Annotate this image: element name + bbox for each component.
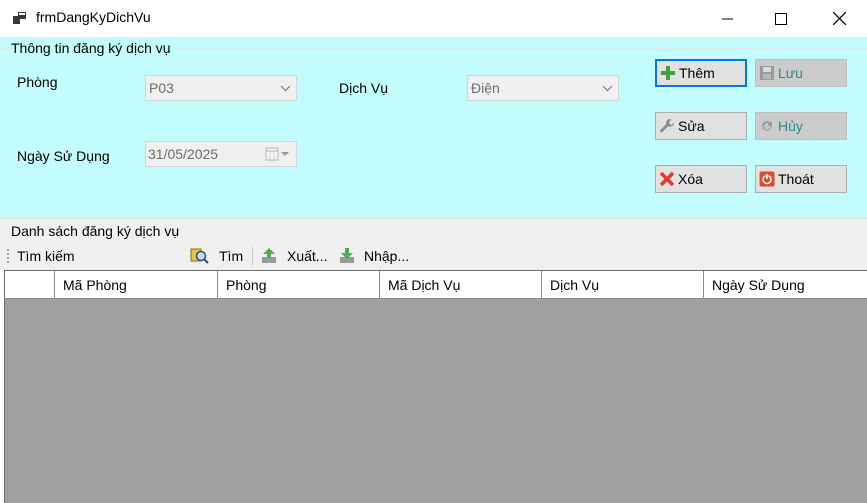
app-window-icon [13, 12, 26, 24]
phong-combobox[interactable]: P03 [145, 75, 297, 101]
sua-button[interactable]: Sửa [655, 112, 747, 140]
thoat-label: Thoát [778, 171, 814, 187]
xoa-label: Xóa [678, 171, 703, 187]
maximize-button[interactable] [758, 0, 804, 37]
grid-header-row: Mã Phòng Phòng Mã Dịch Vụ Dịch Vụ Ngày S… [5, 271, 867, 299]
info-group-legend: Thông tin đăng ký dịch vụ [11, 40, 175, 56]
dichvu-value: Điện [471, 80, 500, 96]
minimize-button[interactable] [705, 0, 751, 37]
wrench-icon [660, 119, 675, 133]
column-ma-dich-vu[interactable]: Mã Dịch Vụ [380, 271, 542, 299]
them-label: Thêm [679, 65, 715, 81]
ngay-value: 31/05/2025 [148, 146, 219, 162]
luu-label: Lưu [778, 65, 803, 81]
import-button[interactable]: Nhập... [364, 248, 409, 264]
maximize-icon [775, 12, 787, 25]
export-icon [260, 247, 278, 268]
dichvu-label: Dịch Vụ [339, 80, 389, 96]
calendar-dropdown-icon [265, 147, 291, 164]
search-input[interactable] [84, 246, 180, 266]
chevron-down-icon [596, 76, 618, 100]
column-dich-vu[interactable]: Dịch Vụ [542, 271, 704, 299]
close-button[interactable] [816, 0, 862, 37]
xoa-button[interactable]: Xóa [655, 165, 747, 193]
row-header-corner[interactable] [5, 271, 55, 299]
search-label: Tìm kiếm [17, 248, 75, 264]
luu-button[interactable]: Lưu [755, 59, 847, 87]
column-ma-phong[interactable]: Mã Phòng [55, 271, 218, 299]
column-phong[interactable]: Phòng [218, 271, 380, 299]
grid-toolbar: Tìm kiếm Tìm Xuất... Nhập... [0, 242, 867, 270]
list-group-header: Danh sách đăng ký dịch vụ [0, 218, 867, 242]
sua-label: Sửa [678, 118, 705, 134]
phong-label: Phòng [17, 74, 58, 90]
registration-data-grid[interactable]: Mã Phòng Phòng Mã Dịch Vụ Dịch Vụ Ngày S… [4, 270, 867, 503]
save-icon [760, 66, 774, 80]
minimize-icon [722, 18, 733, 19]
thoat-button[interactable]: Thoát [755, 165, 847, 193]
toolbar-grip[interactable] [7, 249, 9, 263]
import-icon [338, 247, 356, 268]
them-button[interactable]: Thêm [655, 59, 747, 87]
huy-button[interactable]: Hủy [755, 112, 847, 140]
title-bar: frmDangKyDichVu [0, 0, 867, 37]
cancel-refresh-icon [762, 121, 772, 131]
list-group-legend: Danh sách đăng ký dịch vụ [11, 223, 180, 239]
export-button[interactable]: Xuất... [287, 248, 327, 264]
info-panel: Thông tin đăng ký dịch vụ Phòng P03 Dịch… [0, 37, 867, 218]
phong-value: P03 [149, 80, 174, 96]
exit-power-icon [759, 171, 775, 187]
delete-x-icon [659, 171, 675, 187]
chevron-down-icon [274, 76, 296, 100]
find-icon [190, 247, 210, 268]
window-title: frmDangKyDichVu [36, 9, 151, 25]
find-button[interactable]: Tìm [219, 248, 243, 264]
column-ngay-su-dung[interactable]: Ngày Sử Dụng [704, 271, 867, 299]
ngay-date-picker[interactable]: 31/05/2025 [145, 141, 297, 167]
close-icon [832, 12, 846, 25]
plus-icon [661, 66, 675, 80]
huy-label: Hủy [778, 118, 803, 134]
ngay-label: Ngày Sử Dụng [17, 148, 110, 164]
dichvu-combobox[interactable]: Điện [467, 75, 619, 101]
toolbar-separator [252, 247, 253, 265]
